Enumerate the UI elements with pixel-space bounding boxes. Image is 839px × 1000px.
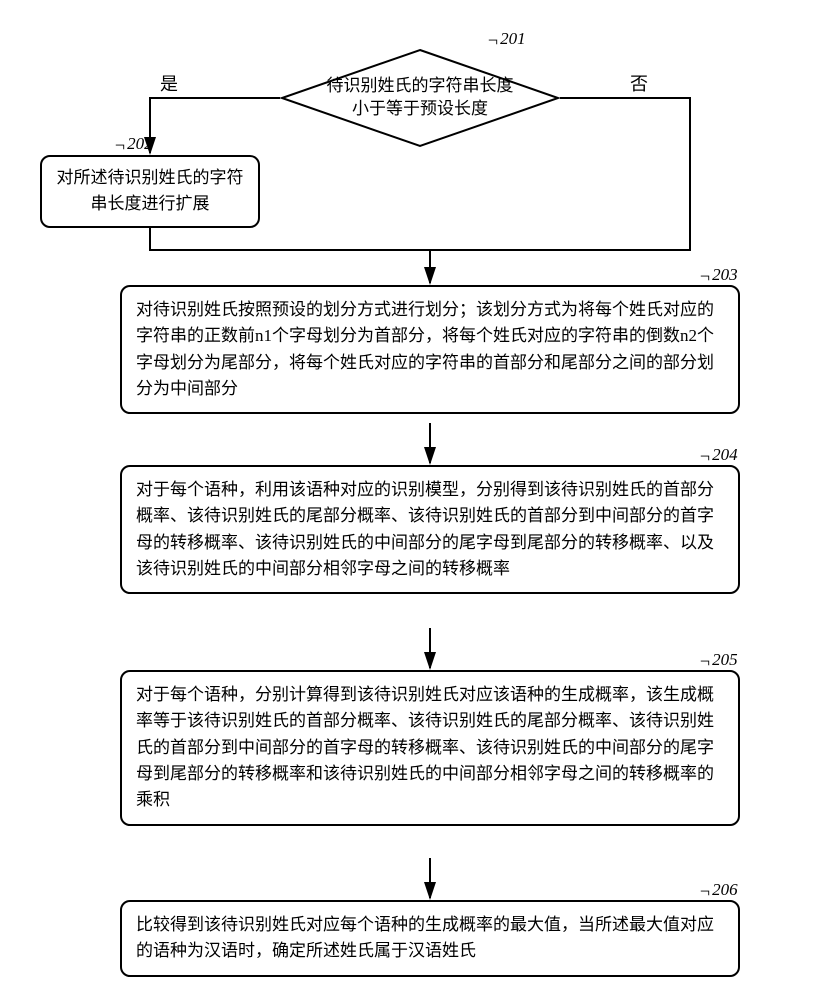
ref-201: ⌐201 (488, 28, 526, 49)
step-206-text: 比较得到该待识别姓氏对应每个语种的生成概率的最大值，当所述最大值对应的语种为汉语… (136, 915, 714, 960)
ref-206: ⌐206 (700, 879, 738, 900)
process-step-206: 比较得到该待识别姓氏对应每个语种的生成概率的最大值，当所述最大值对应的语种为汉语… (120, 900, 740, 977)
ref-205: ⌐205 (700, 649, 738, 670)
process-step-204: 对于每个语种，利用该语种对应的识别模型，分别得到该待识别姓氏的首部分概率、该待识… (120, 465, 740, 594)
decision-text: 待识别姓氏的字符串长度小于等于预设长度 (280, 48, 560, 148)
decision-no-label: 否 (630, 70, 648, 96)
ref-204: ⌐204 (700, 444, 738, 465)
step-203-text: 对待识别姓氏按照预设的划分方式进行划分；该划分方式为将每个姓氏对应的字符串的正数… (136, 300, 714, 398)
process-step-205: 对于每个语种，分别计算得到该待识别姓氏对应该语种的生成概率，该生成概率等于该待识… (120, 670, 740, 826)
step-204-text: 对于每个语种，利用该语种对应的识别模型，分别得到该待识别姓氏的首部分概率、该待识… (136, 480, 714, 578)
step-205-text: 对于每个语种，分别计算得到该待识别姓氏对应该语种的生成概率，该生成概率等于该待识… (136, 685, 714, 809)
process-step-203: 对待识别姓氏按照预设的划分方式进行划分；该划分方式为将每个姓氏对应的字符串的正数… (120, 285, 740, 414)
decision-yes-label: 是 (160, 70, 178, 96)
flowchart-canvas: 待识别姓氏的字符串长度小于等于预设长度 是 否 ⌐201 对所述待识别姓氏的字符… (20, 20, 820, 980)
ref-202: ⌐202 (115, 133, 153, 154)
ref-203: ⌐203 (700, 264, 738, 285)
process-step-202: 对所述待识别姓氏的字符串长度进行扩展 (40, 155, 260, 228)
decision-node: 待识别姓氏的字符串长度小于等于预设长度 (280, 48, 560, 148)
step-202-text: 对所述待识别姓氏的字符串长度进行扩展 (57, 168, 244, 213)
